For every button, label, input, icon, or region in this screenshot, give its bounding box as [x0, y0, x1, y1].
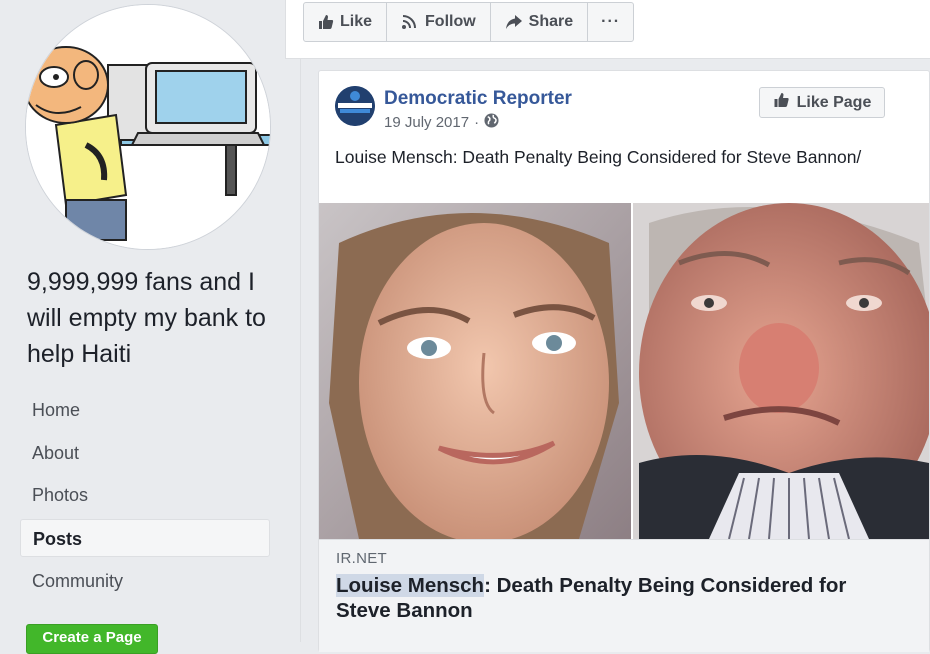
link-domain: IR.NET [336, 550, 387, 567]
create-page-button[interactable]: Create a Page [26, 624, 158, 654]
post-link-image[interactable] [319, 203, 929, 539]
post-card: Democratic Reporter 19 July 2017 · Like … [318, 70, 930, 652]
cartoon-profile-image [26, 5, 270, 249]
globe-icon [484, 113, 499, 132]
share-arrow-icon [505, 14, 523, 30]
follow-button-label: Follow [425, 13, 476, 30]
like-button[interactable]: Like [304, 3, 388, 41]
thumbs-up-icon [773, 92, 790, 113]
nav-item-photos[interactable]: Photos [20, 476, 270, 514]
nav-item-home[interactable]: Home [20, 391, 270, 429]
post-author-name[interactable]: Democratic Reporter [384, 88, 572, 110]
rss-follow-icon [401, 14, 419, 30]
post-author-avatar[interactable] [335, 86, 375, 126]
link-preview[interactable]: IR.NET Louise Mensch: Death Penalty Bein… [319, 539, 929, 652]
column-divider [300, 0, 301, 642]
page-action-bar: Like Follow Share ··· [285, 0, 930, 59]
left-sidebar: 9,999,999 fans and I will empty my bank … [0, 0, 285, 654]
more-options-icon: ··· [601, 13, 621, 30]
post-text: Louise Mensch: Death Penalty Being Consi… [335, 147, 862, 167]
link-title-highlight: Louise Mensch [336, 574, 485, 597]
like-page-button[interactable]: Like Page [759, 87, 885, 118]
follow-button[interactable]: Follow [387, 3, 491, 41]
page-name: 9,999,999 fans and I will empty my bank … [27, 268, 266, 368]
thumbs-up-icon [318, 14, 334, 30]
post-meta: 19 July 2017 · [384, 113, 499, 132]
post-date[interactable]: 19 July 2017 [384, 114, 469, 131]
like-page-label: Like Page [796, 93, 872, 111]
link-title[interactable]: Louise Mensch: Death Penalty Being Consi… [336, 573, 906, 623]
page-profile-picture[interactable] [25, 4, 271, 250]
like-button-label: Like [340, 13, 373, 30]
nav-item-posts[interactable]: Posts [20, 519, 270, 557]
share-button-label: Share [528, 13, 574, 30]
nav-item-about[interactable]: About [20, 434, 270, 472]
share-button[interactable]: Share [491, 3, 589, 41]
meta-separator: · [474, 114, 480, 131]
action-button-group: Like Follow Share ··· [303, 2, 635, 42]
democratic-reporter-logo-icon [335, 86, 375, 126]
more-options-button[interactable]: ··· [588, 3, 633, 41]
two-faces-photo [319, 203, 929, 539]
nav-item-community[interactable]: Community [20, 562, 270, 600]
